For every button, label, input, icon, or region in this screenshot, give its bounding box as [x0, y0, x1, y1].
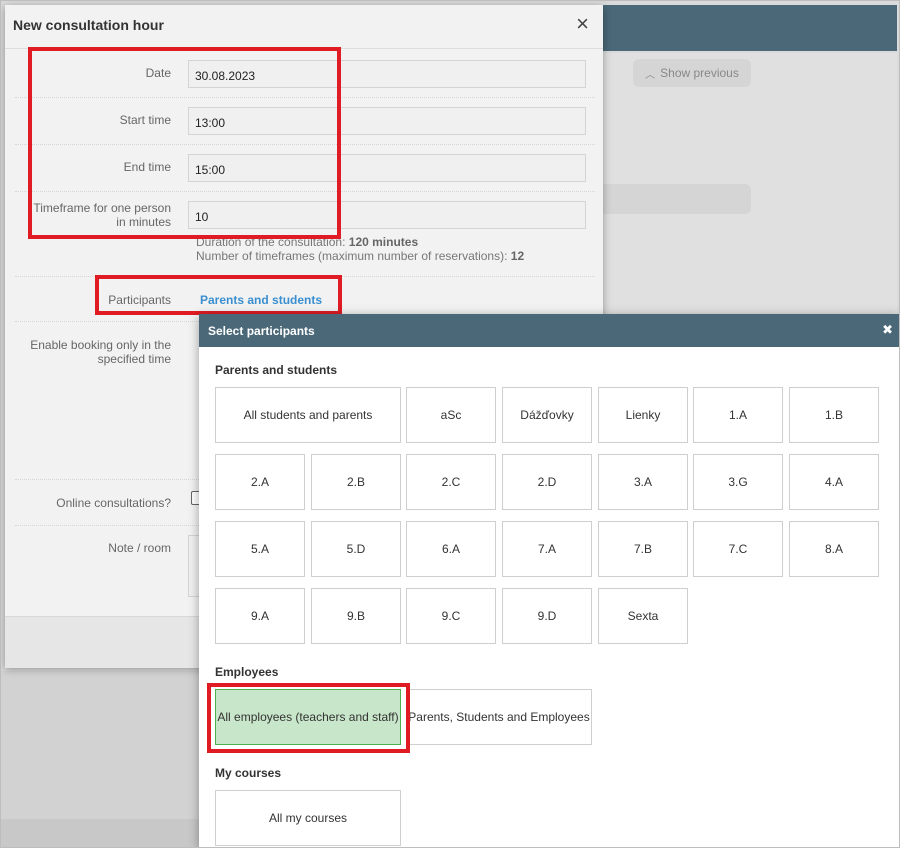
participant-tile[interactable]: 9.A — [215, 588, 305, 644]
background-lower-area — [1, 671, 211, 821]
timeframes-value: 12 — [510, 249, 525, 263]
participant-tile[interactable]: 6.A — [406, 521, 496, 577]
participant-tile[interactable]: 9.C — [406, 588, 496, 644]
participant-tile[interactable]: 8.A — [789, 521, 879, 577]
row-divider — [15, 97, 595, 98]
timeframe-label: Timeframe for one person in minutes — [33, 201, 171, 229]
participant-tile[interactable]: 1.A — [693, 387, 783, 443]
timeframe-field[interactable]: 10 — [188, 201, 586, 229]
date-label: Date — [145, 66, 171, 80]
popup-title: Select participants — [208, 324, 315, 338]
screenshot-frame: ︿ Show previous New consultation hour × … — [0, 0, 900, 848]
duration-value: 120 minutes — [348, 235, 419, 249]
participant-tile[interactable]: 5.D — [311, 521, 401, 577]
end-time-label: End time — [123, 160, 171, 174]
select-participants-popup: Select participants ✖ Parents and studen… — [199, 314, 899, 847]
show-previous-label: Show previous — [660, 66, 739, 80]
participant-tile[interactable]: 5.A — [215, 521, 305, 577]
participant-tile[interactable]: 7.A — [502, 521, 592, 577]
participant-tile[interactable]: 7.C — [693, 521, 783, 577]
close-icon[interactable]: × — [576, 11, 589, 37]
row-divider — [15, 276, 595, 277]
tile-parents-students-employees[interactable]: Parents, Students and Employees — [406, 689, 592, 745]
participant-tile[interactable]: 3.A — [598, 454, 688, 510]
duration-text: Duration of the consultation: — [196, 235, 346, 249]
participant-tile[interactable]: 1.B — [789, 387, 879, 443]
note-label: Note / room — [108, 541, 171, 555]
participant-tile[interactable]: 3.G — [693, 454, 783, 510]
participant-tile[interactable]: 9.D — [502, 588, 592, 644]
participant-tile[interactable]: 2.D — [502, 454, 592, 510]
popup-header: Select participants ✖ — [199, 314, 899, 347]
section-title-courses: My courses — [215, 766, 282, 780]
participant-tile[interactable]: Sexta — [598, 588, 688, 644]
participant-tile[interactable]: All students and parents — [215, 387, 401, 443]
background-header-bar — [601, 5, 897, 51]
dialog-title: New consultation hour — [13, 17, 164, 33]
timeframes-info: Number of timeframes (maximum number of … — [196, 249, 524, 263]
duration-info: Duration of the consultation: 120 minute… — [196, 235, 418, 249]
row-divider — [15, 191, 595, 192]
participant-tile[interactable]: 9.B — [311, 588, 401, 644]
participant-tile[interactable]: 2.A — [215, 454, 305, 510]
show-previous-button[interactable]: ︿ Show previous — [633, 59, 751, 87]
background-bottom-strip — [1, 819, 211, 847]
section-title-employees: Employees — [215, 665, 279, 679]
start-time-label: Start time — [119, 113, 171, 127]
end-time-field[interactable]: 15:00 — [188, 154, 586, 182]
participant-tile[interactable]: 2.C — [406, 454, 496, 510]
participants-label: Participants — [108, 293, 171, 307]
row-divider — [15, 144, 595, 145]
participant-tile[interactable]: aSc — [406, 387, 496, 443]
section-title-parents: Parents and students — [215, 363, 338, 377]
participants-link[interactable]: Parents and students — [200, 293, 322, 307]
participant-tile[interactable]: 7.B — [598, 521, 688, 577]
booking-label: Enable booking only in the specified tim… — [30, 338, 171, 366]
date-field[interactable]: 30.08.2023 — [188, 60, 586, 88]
close-icon[interactable]: ✖ — [882, 322, 893, 338]
participant-tile[interactable]: Dážďovky — [502, 387, 592, 443]
online-consultations-label: Online consultations? — [56, 496, 171, 510]
background-bar — [601, 184, 751, 214]
participant-tile[interactable]: 4.A — [789, 454, 879, 510]
tile-all-employees[interactable]: All employees (teachers and staff) — [215, 689, 401, 745]
start-time-field[interactable]: 13:00 — [188, 107, 586, 135]
dialog-header-divider — [5, 48, 603, 49]
participant-tile[interactable]: Lienky — [598, 387, 688, 443]
participant-tile[interactable]: 2.B — [311, 454, 401, 510]
tile-all-my-courses[interactable]: All my courses — [215, 790, 401, 846]
timeframes-text: Number of timeframes (maximum number of … — [196, 249, 508, 263]
chevron-up-icon: ︿ — [645, 69, 656, 81]
